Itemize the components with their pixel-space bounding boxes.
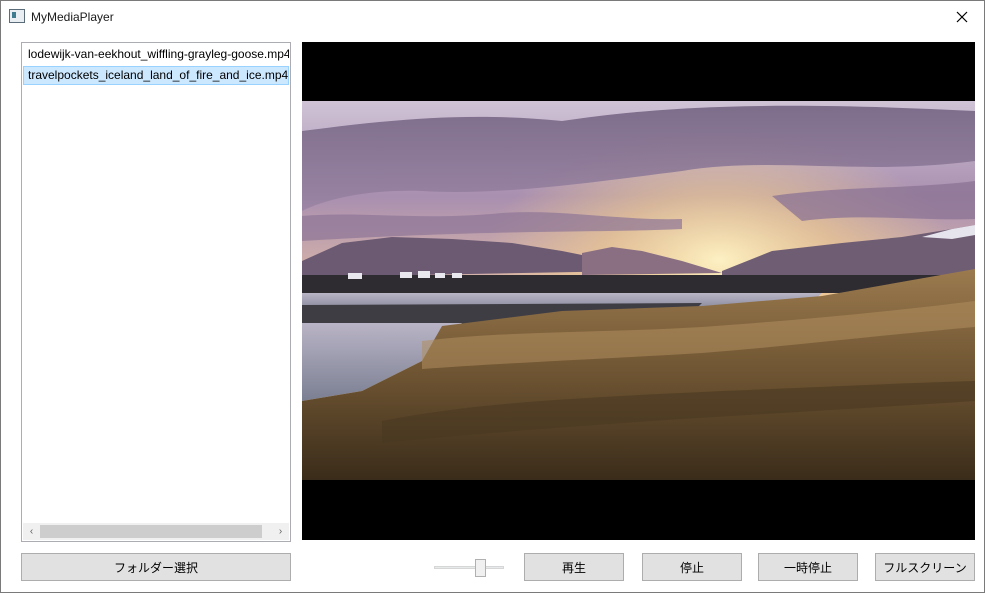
slider-track (434, 566, 504, 569)
window-title: MyMediaPlayer (31, 10, 114, 24)
close-icon (956, 11, 968, 22)
chevron-left-icon: ‹ (29, 526, 34, 537)
horizontal-scrollbar[interactable]: ‹ › (23, 523, 289, 540)
scroll-left-button[interactable]: ‹ (23, 523, 40, 540)
file-list[interactable]: lodewijk-van-eekhout_wiffling-grayleg-go… (21, 42, 291, 542)
app-window-icon (9, 9, 25, 23)
title-bar[interactable]: MyMediaPlayer (1, 1, 984, 32)
main-window: MyMediaPlayer lodewijk-van-eekhout_wiffl… (0, 0, 985, 593)
close-button[interactable] (939, 1, 985, 32)
chevron-right-icon: › (278, 526, 283, 537)
list-item[interactable]: lodewijk-van-eekhout_wiffling-grayleg-go… (23, 45, 289, 64)
list-item-selected[interactable]: travelpockets_iceland_land_of_fire_and_i… (23, 66, 289, 85)
fullscreen-button[interactable]: フルスクリーン (875, 553, 975, 581)
pause-button[interactable]: 一時停止 (758, 553, 858, 581)
stop-button[interactable]: 停止 (642, 553, 742, 581)
video-frame (302, 101, 975, 480)
video-player[interactable] (302, 42, 975, 540)
scrollbar-thumb[interactable] (40, 525, 262, 538)
slider-thumb[interactable] (475, 559, 486, 577)
scroll-right-button[interactable]: › (272, 523, 289, 540)
select-folder-button[interactable]: フォルダー選択 (21, 553, 291, 581)
play-button[interactable]: 再生 (524, 553, 624, 581)
volume-slider[interactable] (434, 558, 504, 578)
